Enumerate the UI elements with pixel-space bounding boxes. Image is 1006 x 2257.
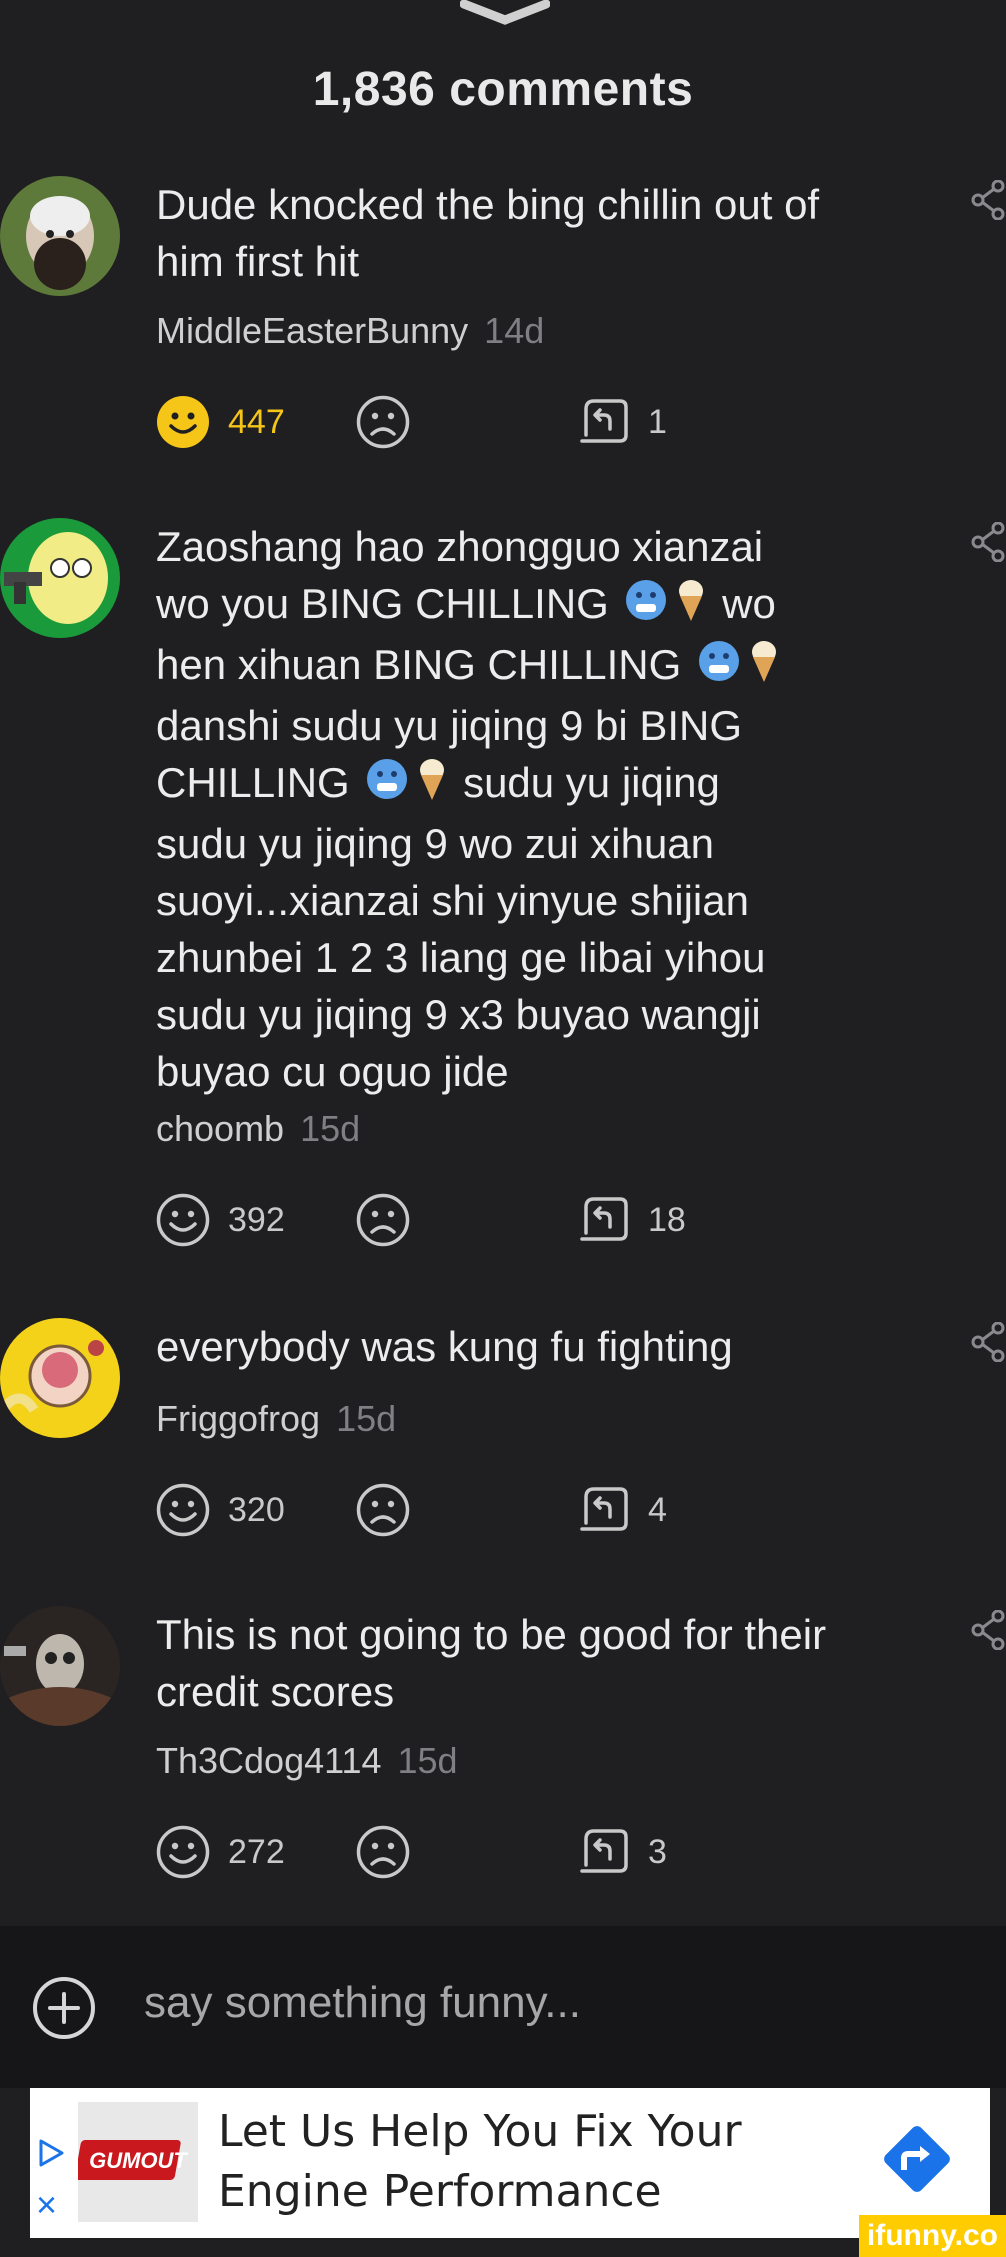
unsmile-button[interactable] [356, 1192, 410, 1248]
text-line: buyao cu oguo jide [156, 1047, 509, 1095]
reply-icon [580, 1829, 628, 1873]
smile-button[interactable]: 392 [156, 1192, 285, 1248]
ifunny-watermark: ifunny.co [858, 2215, 1006, 2257]
comment-input-bar: say something funny... [0, 1926, 1006, 2088]
smile-icon [156, 1193, 210, 1247]
author-name[interactable]: Th3Cdog4114 [156, 1740, 382, 1781]
timestamp: 15d [300, 1108, 361, 1149]
reply-icon [580, 399, 628, 443]
ad-logo: GUMOUT [74, 2102, 198, 2222]
comment-actions: 272 3 [156, 1824, 716, 1880]
avatar[interactable] [0, 1318, 120, 1438]
timestamp: 14d [484, 310, 545, 351]
comment-meta: choomb 15d [156, 1108, 360, 1150]
text-line: suoyi...xianzai shi yinyue shijian [156, 876, 749, 924]
ice-cream-emoji [676, 578, 706, 636]
ad-brand: GUMOUT [89, 2148, 188, 2173]
smile-count: 447 [228, 402, 285, 441]
smile-button[interactable]: 272 [156, 1824, 285, 1880]
reply-button[interactable]: 1 [576, 394, 667, 450]
comment-meta: MiddleEasterBunny 14d [156, 310, 544, 352]
ice-cream-emoji [417, 757, 447, 815]
text-line: sudu yu jiqing 9 wo zui xihuan [156, 819, 715, 867]
unsmile-button[interactable] [356, 1824, 410, 1880]
directions-icon[interactable] [874, 2116, 960, 2202]
unsmile-icon [356, 1483, 410, 1537]
comment-meta: Friggofrog 15d [156, 1398, 396, 1440]
share-icon[interactable] [970, 1610, 1006, 1650]
smile-button[interactable]: 447 [156, 394, 285, 450]
reply-count: 1 [648, 402, 667, 441]
text-span: CHILLING [156, 758, 350, 806]
share-icon[interactable] [970, 180, 1006, 220]
reply-button[interactable]: 4 [576, 1482, 667, 1538]
ice-cream-emoji [749, 639, 779, 697]
text-span: wo you BING CHILLING [156, 580, 609, 627]
text-span: wo [722, 580, 776, 627]
author-name[interactable]: choomb [156, 1108, 284, 1149]
reply-button[interactable]: 18 [576, 1192, 686, 1248]
reply-icon [580, 1197, 628, 1241]
share-icon[interactable] [970, 1322, 1006, 1362]
comments-count: 1,836 comments [312, 63, 694, 116]
comment-text: Dude knocked the bing chillin out of him… [156, 181, 820, 285]
cold-face-emoji [624, 578, 668, 636]
ad-line: Engine Performance [218, 2166, 662, 2217]
text-line: zhunbei 1 2 3 liang ge libai yihou [156, 933, 766, 981]
text-line: sudu yu jiqing 9 x3 buyao wangji [156, 990, 761, 1038]
avatar[interactable] [0, 176, 120, 296]
reply-count: 3 [648, 1832, 667, 1871]
ad-headline: Let Us Help You Fix Your Engine Performa… [218, 2102, 742, 2222]
smile-active-icon [157, 396, 209, 448]
text-span: hen xihuan BING CHILLING [156, 640, 682, 688]
unsmile-button[interactable] [356, 1482, 410, 1538]
avatar[interactable] [0, 518, 120, 638]
unsmile-icon [356, 395, 410, 449]
timestamp: 15d [336, 1398, 397, 1439]
smile-count: 272 [228, 1832, 285, 1871]
smile-count: 320 [228, 1490, 285, 1529]
unsmile-button[interactable] [356, 394, 410, 450]
comment-input[interactable]: say something funny... [144, 1978, 581, 2028]
reply-count: 4 [648, 1490, 667, 1529]
comment-actions: 320 4 [156, 1482, 716, 1538]
text-line: Zaoshang hao zhongguo xianzai [156, 523, 764, 570]
smile-count: 392 [228, 1200, 285, 1239]
smile-button[interactable]: 320 [156, 1482, 285, 1538]
text-line: danshi sudu yu jiqing 9 bi BING [156, 701, 743, 749]
share-icon[interactable] [970, 522, 1006, 562]
text-line: wo you BING CHILLING wo [156, 575, 876, 636]
reply-count: 18 [648, 1200, 686, 1239]
text-line: hen xihuan BING CHILLING [156, 636, 876, 697]
unsmile-icon [356, 1825, 410, 1879]
comment-meta: Th3Cdog4114 15d [156, 1740, 458, 1782]
ad-choices-icon[interactable] [36, 2138, 66, 2168]
cold-face-emoji [365, 757, 409, 815]
ad-close-icon[interactable]: × [36, 2184, 57, 2226]
comment-actions: 392 18 [156, 1192, 716, 1248]
collapse-chevron-icon[interactable] [460, 0, 550, 28]
reply-button[interactable]: 3 [576, 1824, 667, 1880]
ad-banner[interactable]: × GUMOUT Let Us Help You Fix Your Engine… [30, 2088, 990, 2238]
smile-icon [156, 1483, 210, 1537]
comment-text: This is not going to be good for their c… [156, 1611, 827, 1715]
comment-actions: 447 1 [156, 394, 716, 450]
comment-text: Zaoshang hao zhongguo xianzai wo you BIN… [156, 518, 876, 1100]
text-span: sudu yu jiqing [463, 758, 720, 806]
add-attachment-icon[interactable] [32, 1976, 96, 2040]
reply-icon [580, 1487, 628, 1531]
smile-icon [156, 1825, 210, 1879]
author-name[interactable]: MiddleEasterBunny [156, 310, 468, 351]
avatar[interactable] [0, 1606, 120, 1726]
author-name[interactable]: Friggofrog [156, 1398, 320, 1439]
comment-text: everybody was kung fu fighting [156, 1323, 733, 1370]
text-line: CHILLING sudu yu jiqing [156, 754, 876, 815]
timestamp: 15d [397, 1740, 458, 1781]
ad-line: Let Us Help You Fix Your [218, 2106, 742, 2157]
cold-face-emoji [697, 639, 741, 697]
unsmile-icon [356, 1193, 410, 1247]
